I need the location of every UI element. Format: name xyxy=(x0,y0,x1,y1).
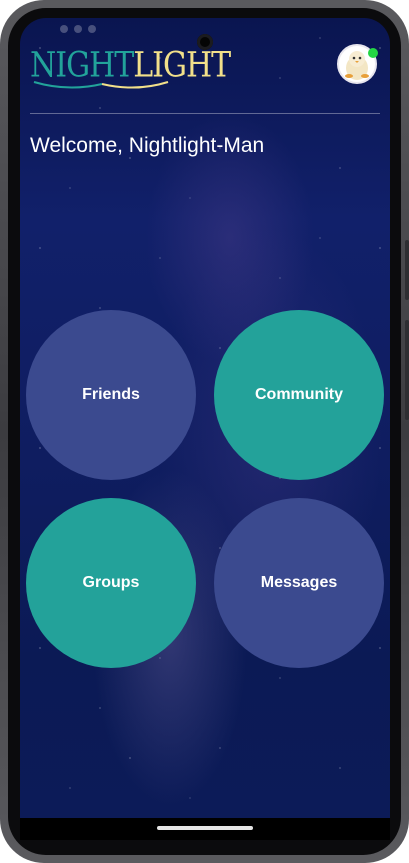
friends-button[interactable]: Friends xyxy=(26,310,196,480)
community-button-label: Community xyxy=(255,386,343,403)
phone-frame: NIGHTLIGHT Welcome, Nightlight-Man Frien… xyxy=(0,0,409,863)
groups-button[interactable]: Groups xyxy=(26,498,196,668)
header-divider xyxy=(30,113,380,114)
friends-button-label: Friends xyxy=(82,386,140,403)
messages-button[interactable]: Messages xyxy=(214,498,384,668)
groups-button-label: Groups xyxy=(82,574,140,591)
messages-button-label: Messages xyxy=(260,574,338,591)
wifi-icon xyxy=(74,25,82,33)
system-nav-bar xyxy=(20,818,390,840)
online-status-dot xyxy=(368,48,378,58)
volume-button xyxy=(405,320,409,420)
nightlight-logo: NIGHTLIGHT xyxy=(30,45,231,89)
power-button xyxy=(405,240,409,300)
app-screen: NIGHTLIGHT Welcome, Nightlight-Man Frien… xyxy=(20,18,390,818)
welcome-message: Welcome, Nightlight-Man xyxy=(30,134,265,157)
signal-icon xyxy=(60,25,68,33)
home-indicator[interactable] xyxy=(157,826,253,830)
battery-icon xyxy=(88,25,96,33)
community-button[interactable]: Community xyxy=(214,310,384,480)
logo-arc-icon xyxy=(33,81,169,89)
